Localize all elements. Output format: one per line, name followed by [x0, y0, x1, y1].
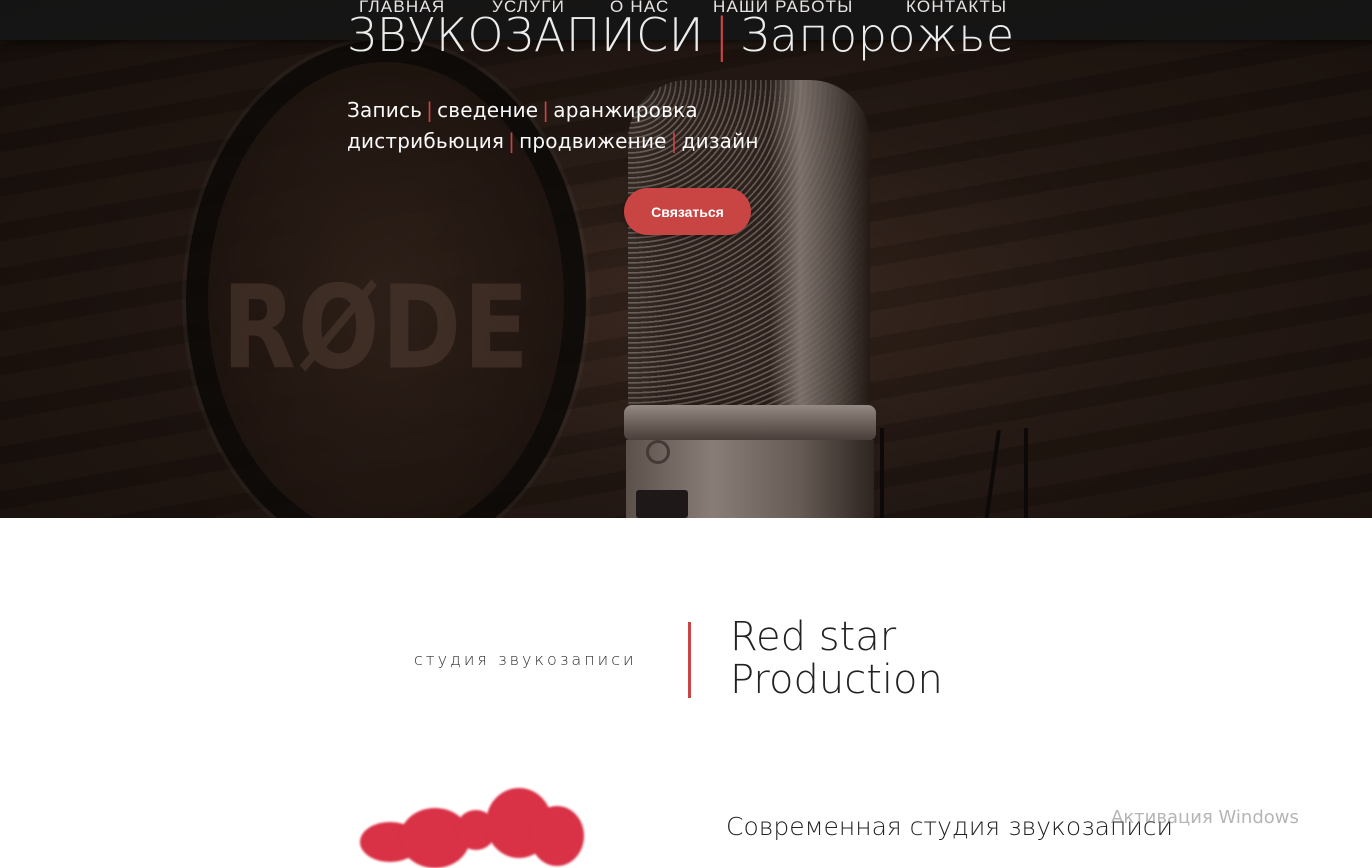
hero-section: RØDE ЗВУКОЗАПИСИ | Запорожье Запись | сведен…	[0, 0, 1372, 518]
tagline-line-1: Запись | сведение | аранжировка	[347, 98, 698, 122]
os-activation-watermark: Активация Windows	[1111, 807, 1299, 828]
contact-button[interactable]: Связаться	[624, 188, 751, 235]
tagline-item: сведение	[437, 98, 539, 122]
hero-title-separator: |	[714, 8, 731, 62]
tagline-item: аранжировка	[553, 98, 698, 122]
tagline-line-2: дистрибьюция | продвижение | дизайн	[347, 129, 759, 153]
hero-overlay	[0, 0, 1372, 518]
tagline-separator: |	[542, 98, 550, 122]
studio-name-line-1: Red star	[730, 614, 897, 660]
studio-name-line-2: Production	[730, 657, 943, 703]
tagline-item: Запись	[347, 98, 423, 122]
hero-title-main: ЗВУКОЗАПИСИ	[347, 8, 705, 62]
hero-title-city: Запорожье	[740, 8, 1015, 62]
tagline-separator: |	[426, 98, 434, 122]
tagline-separator: |	[670, 129, 678, 153]
tagline-item: дистрибьюция	[347, 129, 505, 153]
red-smoke-image	[360, 780, 590, 868]
accent-divider	[688, 622, 691, 698]
studio-name: Red star Production	[730, 616, 943, 702]
hero-title: ЗВУКОЗАПИСИ | Запорожье	[347, 8, 1015, 62]
studio-type-label: студия звукозаписи	[414, 650, 637, 669]
tagline-item: дизайн	[681, 129, 759, 153]
section-subheading: Современная студия звукозаписи	[726, 812, 1173, 841]
tagline-item: продвижение	[519, 129, 667, 153]
tagline-separator: |	[508, 129, 516, 153]
